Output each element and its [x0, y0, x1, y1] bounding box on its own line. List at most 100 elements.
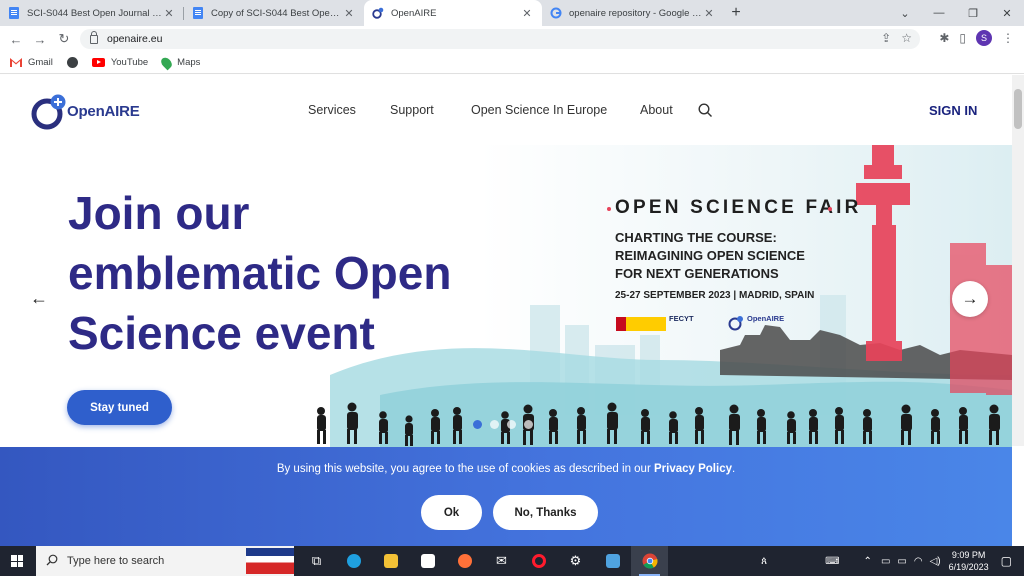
- openaire-logo-icon: [31, 94, 66, 130]
- spain-government-logo-icon: [616, 317, 666, 331]
- bookmark-label: YouTube: [110, 57, 149, 68]
- event-tagline: CHARTING THE COURSE: REIMAGINING OPEN SC…: [615, 229, 855, 283]
- restore-icon[interactable]: ❐: [956, 7, 990, 20]
- close-tab-icon[interactable]: ✕: [162, 7, 176, 20]
- url-text: openaire.eu: [107, 33, 163, 45]
- bookmark-youtube[interactable]: YouTube: [91, 57, 149, 68]
- bookmark-label: Maps: [177, 57, 201, 68]
- event-title-dot: [828, 207, 832, 211]
- reload-icon[interactable]: ↻: [52, 31, 76, 47]
- bookmark-gmail[interactable]: Gmail: [10, 57, 53, 68]
- bookmark-star-icon[interactable]: ☆: [901, 31, 912, 45]
- wifi-icon[interactable]: ◠: [914, 556, 923, 567]
- share-icon[interactable]: ⇪: [881, 31, 891, 45]
- tab-title: SCI-S044 Best Open Journal Mana: [27, 7, 162, 19]
- hero-title-line: Join our: [68, 187, 250, 239]
- cookie-decline-button[interactable]: No, Thanks: [493, 495, 598, 530]
- side-panel-icon[interactable]: ▯: [959, 31, 966, 45]
- menu-icon[interactable]: ⋮: [1002, 31, 1014, 45]
- settings-icon[interactable]: ⚙: [557, 546, 594, 576]
- minimize-icon[interactable]: —: [922, 7, 956, 19]
- nav-about[interactable]: About: [640, 103, 673, 117]
- google-icon: [550, 7, 562, 19]
- carousel-dot[interactable]: [507, 420, 516, 429]
- carousel-prev-arrow-icon[interactable]: ←: [30, 288, 48, 309]
- forward-icon[interactable]: →: [28, 32, 52, 47]
- show-hidden-icons-icon[interactable]: ⌃: [864, 556, 872, 567]
- close-window-icon[interactable]: ✕: [990, 7, 1024, 20]
- control-panel-icon[interactable]: [594, 546, 631, 576]
- browser-tab-2[interactable]: Copy of SCI-S044 Best Open Journ ✕: [184, 0, 364, 26]
- sponsor-fecyt: FECYT: [669, 314, 694, 323]
- carousel-dot[interactable]: [473, 420, 482, 429]
- file-explorer-icon[interactable]: [372, 546, 409, 576]
- nav-support[interactable]: Support: [390, 103, 434, 117]
- hero-title: Join our emblematic Open Science event: [68, 183, 528, 363]
- hero-title-line: Science event: [68, 307, 375, 359]
- gmail-icon: [10, 58, 22, 67]
- window-controls: ⌄ — ❐ ✕: [888, 0, 1024, 26]
- browser-tab-1[interactable]: SCI-S044 Best Open Journal Mana ✕: [0, 0, 184, 26]
- carousel-dots: [473, 420, 533, 429]
- carousel-dot[interactable]: [490, 420, 499, 429]
- close-tab-icon[interactable]: ✕: [520, 7, 534, 20]
- extensions-icon[interactable]: ✱: [939, 31, 949, 45]
- bookmark-maps[interactable]: Maps: [159, 55, 201, 70]
- store-icon[interactable]: [409, 546, 446, 576]
- carousel-next-arrow-icon[interactable]: →: [952, 281, 988, 317]
- task-view-icon[interactable]: ⧉: [298, 546, 335, 576]
- keyboard-icon[interactable]: ⌨: [825, 556, 839, 567]
- page-scrollbar[interactable]: [1012, 75, 1024, 446]
- cookie-ok-button[interactable]: Ok: [421, 495, 482, 530]
- opera-icon[interactable]: [520, 546, 557, 576]
- carousel-dot[interactable]: [524, 420, 533, 429]
- taskbar-search[interactable]: Type here to search: [36, 546, 294, 576]
- close-tab-icon[interactable]: ✕: [342, 7, 356, 20]
- bookmark-globe[interactable]: [66, 57, 78, 68]
- profile-avatar[interactable]: S: [976, 30, 992, 46]
- bookmark-label: Gmail: [28, 57, 53, 68]
- cookie-message: By using this website, you agree to the …: [0, 463, 1012, 475]
- event-tagline-line: FOR NEXT GENERATIONS: [615, 266, 779, 281]
- browser-tab-4[interactable]: openaire repository - Google Sea ✕: [542, 0, 724, 26]
- openaire-small-logo-icon: [728, 315, 744, 336]
- browser-tab-active[interactable]: OpenAIRE ✕: [364, 0, 542, 26]
- notifications-icon[interactable]: ▢: [1001, 554, 1012, 568]
- back-icon[interactable]: ←: [4, 32, 28, 47]
- sign-in-link[interactable]: SIGN IN: [929, 103, 977, 118]
- start-button[interactable]: [0, 546, 34, 576]
- search-icon[interactable]: [698, 103, 713, 123]
- edge-icon[interactable]: [335, 546, 372, 576]
- nav-open-science-in-europe[interactable]: Open Science In Europe: [471, 103, 607, 117]
- sponsor-openaire: OpenAIRE: [747, 314, 785, 323]
- system-tray: ጰ ⌨ ⌃ ▭ ▭ ◠ ◁) 9:09 PM 6/19/2023 ▢: [761, 546, 1024, 576]
- tab-search-icon[interactable]: ⌄: [888, 7, 922, 20]
- event-title: OPEN SCIENCE FAIR: [615, 197, 862, 218]
- network-icon[interactable]: ▭: [881, 556, 890, 567]
- address-bar[interactable]: openaire.eu ⇪ ☆: [80, 29, 920, 49]
- cookie-banner: By using this website, you agree to the …: [0, 447, 1012, 546]
- taskbar-apps: ⧉ ✉ ⚙: [298, 546, 668, 576]
- privacy-policy-link[interactable]: Privacy Policy: [654, 463, 732, 475]
- nav-services[interactable]: Services: [308, 103, 356, 117]
- mail-icon[interactable]: ✉: [483, 546, 520, 576]
- taskbar-clock[interactable]: 9:09 PM 6/19/2023: [949, 549, 989, 573]
- battery-icon[interactable]: ▭: [897, 556, 906, 567]
- chrome-icon[interactable]: [631, 546, 668, 576]
- google-docs-icon: [192, 7, 204, 19]
- taskbar-search-placeholder: Type here to search: [67, 555, 165, 567]
- people-icon[interactable]: ጰ: [761, 556, 767, 567]
- lock-icon[interactable]: [90, 30, 98, 44]
- event-tagline-line: REIMAGINING OPEN SCIENCE: [615, 248, 805, 263]
- search-icon: [46, 554, 58, 569]
- event-tagline-line: CHARTING THE COURSE:: [615, 230, 777, 245]
- youtube-icon: [91, 58, 105, 67]
- stay-tuned-button[interactable]: Stay tuned: [67, 390, 172, 425]
- volume-icon[interactable]: ◁): [930, 556, 941, 567]
- event-date: 25-27 SEPTEMBER 2023 | MADRID, SPAIN: [615, 290, 815, 301]
- firefox-icon[interactable]: [446, 546, 483, 576]
- close-tab-icon[interactable]: ✕: [702, 7, 716, 20]
- new-tab-button[interactable]: +: [724, 0, 748, 26]
- openaire-icon: [372, 7, 384, 19]
- logo-text[interactable]: OpenAIRE: [67, 103, 140, 120]
